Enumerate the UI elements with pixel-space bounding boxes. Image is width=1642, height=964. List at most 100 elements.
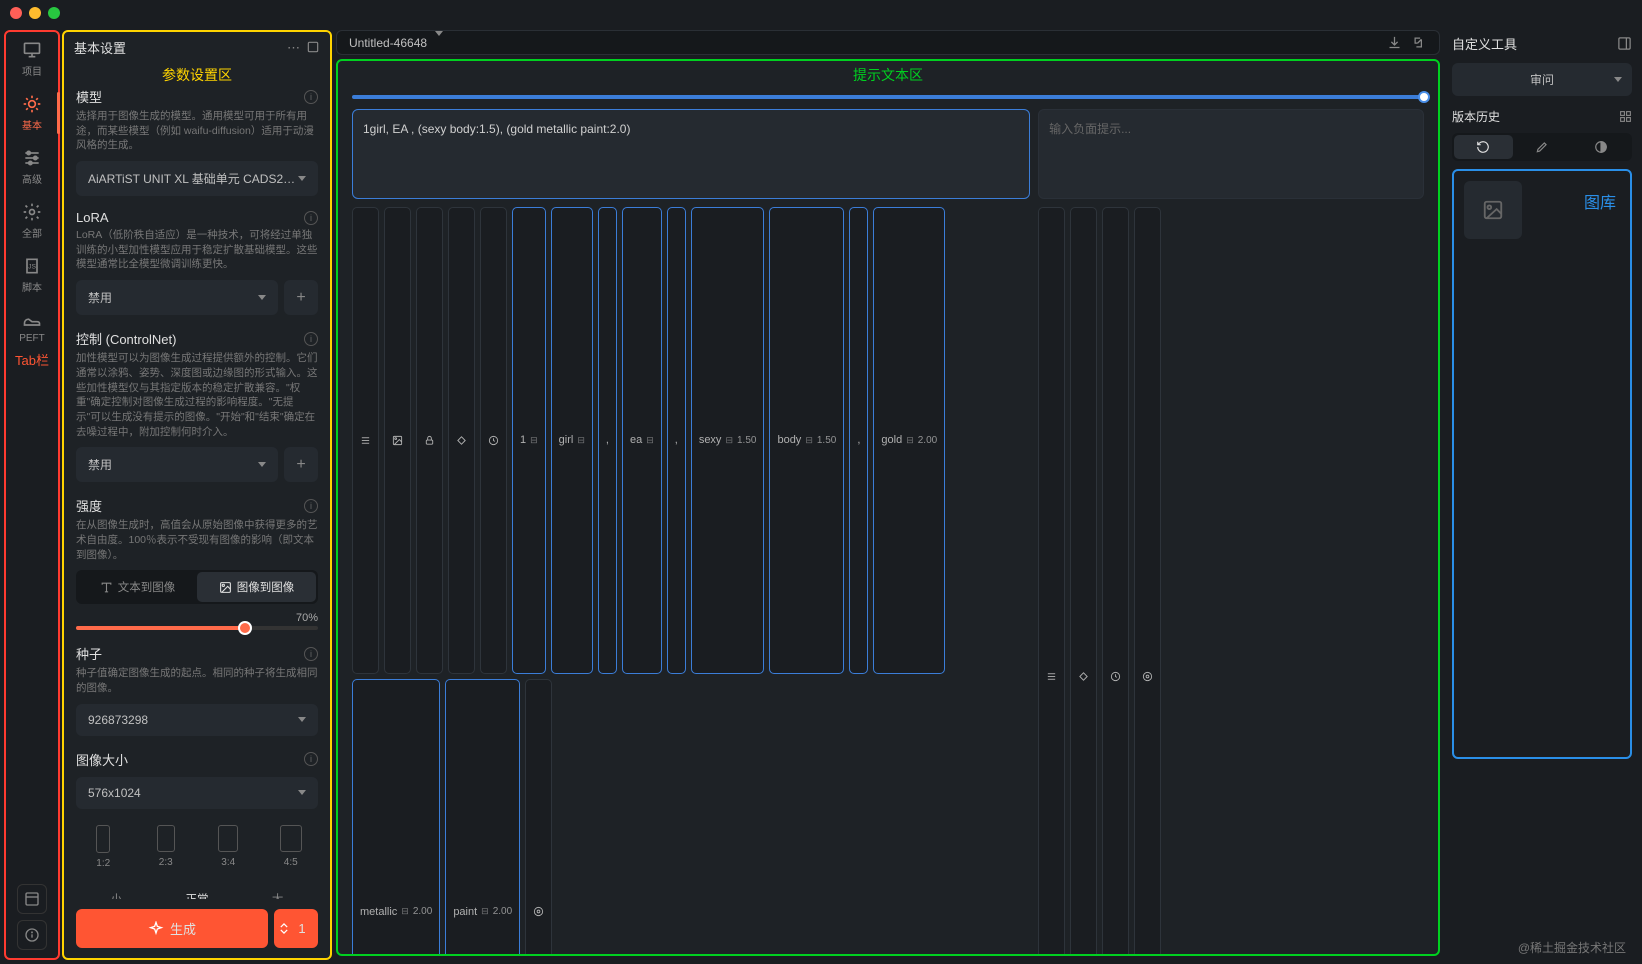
aspect-2-3[interactable]: 2:3: [139, 819, 194, 875]
info-icon[interactable]: i: [304, 752, 318, 766]
tab-label: 高级: [22, 171, 42, 186]
chip-action[interactable]: [352, 207, 379, 674]
grid-icon[interactable]: [1619, 110, 1632, 123]
close-window-button[interactable]: [10, 7, 22, 19]
prompt-token-chip[interactable]: ea ⊟: [622, 207, 662, 674]
chevron-down-icon: [258, 462, 266, 467]
strength-slider[interactable]: [76, 626, 318, 630]
info-icon[interactable]: i: [304, 211, 318, 225]
mode-t2i[interactable]: 文本到图像: [78, 572, 197, 602]
negative-prompt-input[interactable]: 输入负面提示...: [1038, 109, 1424, 199]
controlnet-add-button[interactable]: +: [284, 447, 318, 482]
target-icon: [533, 906, 544, 917]
prompt-token-chip[interactable]: paint ⊟ 2.00: [445, 679, 520, 957]
prompt-token-chip[interactable]: sexy ⊟ 1.50: [691, 207, 765, 674]
maximize-window-button[interactable]: [48, 7, 60, 19]
prompt-token-chip[interactable]: ,: [849, 207, 868, 674]
prompt-token-chip[interactable]: body ⊟ 1.50: [769, 207, 844, 674]
aspect-3-4[interactable]: 3:4: [201, 819, 256, 875]
window-controls: [10, 7, 60, 19]
minimize-window-button[interactable]: [29, 7, 41, 19]
lora-title: LoRA: [76, 210, 109, 225]
strength-title: 强度: [76, 496, 102, 515]
positive-prompt-input[interactable]: 1girl, EA , (sexy body:1.5), (gold metal…: [352, 109, 1030, 199]
size-large[interactable]: 大: [237, 885, 318, 899]
chevron-down-icon: [258, 295, 266, 300]
chip-action[interactable]: [1102, 207, 1129, 956]
lora-dropdown[interactable]: 禁用: [76, 280, 278, 315]
seed-value: 926873298: [88, 713, 298, 727]
chip-action[interactable]: [480, 207, 507, 674]
left-tabbar: 项目 基本 高级 全部 JS 脚本 PEFT Tab栏: [4, 30, 60, 960]
review-dropdown[interactable]: 审问: [1452, 63, 1632, 96]
download-icon[interactable]: [1387, 35, 1402, 50]
right-panel-header: 自定义工具: [1452, 32, 1632, 55]
tab-project[interactable]: 项目: [6, 32, 58, 86]
prompt-token-chip[interactable]: ,: [598, 207, 617, 674]
stepper-icon: [280, 923, 288, 934]
tab-all[interactable]: 全部: [6, 194, 58, 248]
info-icon[interactable]: i: [304, 90, 318, 104]
history-tab-recent[interactable]: [1454, 135, 1513, 159]
tab-advanced[interactable]: 高级: [6, 140, 58, 194]
lora-add-button[interactable]: +: [284, 280, 318, 315]
history-tab-edit[interactable]: [1513, 135, 1572, 159]
tab-label: 项目: [22, 63, 42, 78]
prompt-token-chip[interactable]: gold ⊟ 2.00: [873, 207, 945, 674]
seed-desc: 种子值确定图像生成的起点。相同的种子将生成相同的图像。: [76, 666, 318, 695]
imagesize-dropdown[interactable]: 576x1024: [76, 777, 318, 809]
history-tab-contrast[interactable]: [1571, 135, 1630, 159]
controlnet-dropdown[interactable]: 禁用: [76, 447, 278, 482]
tab-script[interactable]: JS 脚本: [6, 248, 58, 302]
prompt-token-chip[interactable]: girl ⊟: [551, 207, 593, 674]
size-normal[interactable]: 正常: [157, 885, 238, 899]
panel-toggle-icon[interactable]: [1617, 36, 1632, 51]
chip-action[interactable]: [525, 679, 552, 957]
chip-action[interactable]: [1134, 207, 1161, 956]
model-dropdown[interactable]: AiARTiST UNIT XL 基础单元 CADS2兼...: [76, 161, 318, 196]
settings-panel: 基本设置 ⋯ 参数设置区 模型i 选择用于图像生成的模型。通用模型可用于所有用途…: [62, 30, 332, 960]
chevron-down-icon: [435, 36, 443, 50]
generate-button[interactable]: 生成: [76, 909, 268, 948]
model-desc: 选择用于图像生成的模型。通用模型可用于所有用途，而某些模型（例如 waifu-d…: [76, 109, 318, 153]
info-button[interactable]: [17, 920, 47, 950]
tab-peft[interactable]: PEFT: [6, 302, 58, 352]
lock-icon: [424, 435, 435, 446]
monitor-icon: [22, 40, 42, 60]
aspect-4-5[interactable]: 4:5: [264, 819, 319, 875]
layout-button[interactable]: [17, 884, 47, 914]
seed-dropdown[interactable]: 926873298: [76, 704, 318, 736]
sliders-icon: [22, 148, 42, 168]
share-icon[interactable]: [1412, 35, 1427, 50]
right-panel: 自定义工具 审问 版本历史 图库: [1442, 26, 1642, 964]
document-tab[interactable]: Untitled-46648: [336, 30, 1440, 55]
gallery-thumbnail[interactable]: [1464, 181, 1522, 239]
info-icon[interactable]: i: [304, 332, 318, 346]
negative-prompt-placeholder: 输入负面提示...: [1049, 120, 1413, 138]
prompt-balance-slider[interactable]: [352, 95, 1424, 99]
generate-count[interactable]: 1: [274, 909, 318, 948]
svg-text:JS: JS: [28, 264, 36, 271]
chip-action[interactable]: [1038, 207, 1065, 956]
size-small[interactable]: 小: [76, 885, 157, 899]
info-icon[interactable]: i: [304, 647, 318, 661]
chip-action[interactable]: [384, 207, 411, 674]
prompt-token-chip[interactable]: ,: [667, 207, 686, 674]
more-icon[interactable]: ⋯: [287, 40, 300, 56]
info-icon[interactable]: i: [304, 499, 318, 513]
tab-basic[interactable]: 基本: [6, 86, 58, 140]
chip-action[interactable]: [416, 207, 443, 674]
prompt-panel: 提示文本区 1girl, EA , (sexy body:1.5), (gold…: [336, 59, 1440, 956]
prompt-token-chip[interactable]: metallic ⊟ 2.00: [352, 679, 440, 957]
history-tabs: [1452, 133, 1632, 161]
mode-i2i[interactable]: 图像到图像: [197, 572, 316, 602]
chip-action[interactable]: [1070, 207, 1097, 956]
aspect-1-2[interactable]: 1:2: [76, 819, 131, 875]
prompt-token-chip[interactable]: 1 ⊟: [512, 207, 546, 674]
gallery-annotation: 图库: [1584, 189, 1616, 213]
list-icon: [1046, 671, 1057, 682]
model-value: AiARTiST UNIT XL 基础单元 CADS2兼...: [88, 170, 298, 187]
chip-action[interactable]: [448, 207, 475, 674]
prompt-chips-main: 1 ⊟girl ⊟,ea ⊟,sexy ⊟ 1.50body ⊟ 1.50,go…: [352, 207, 1030, 956]
collapse-icon[interactable]: [306, 40, 320, 56]
